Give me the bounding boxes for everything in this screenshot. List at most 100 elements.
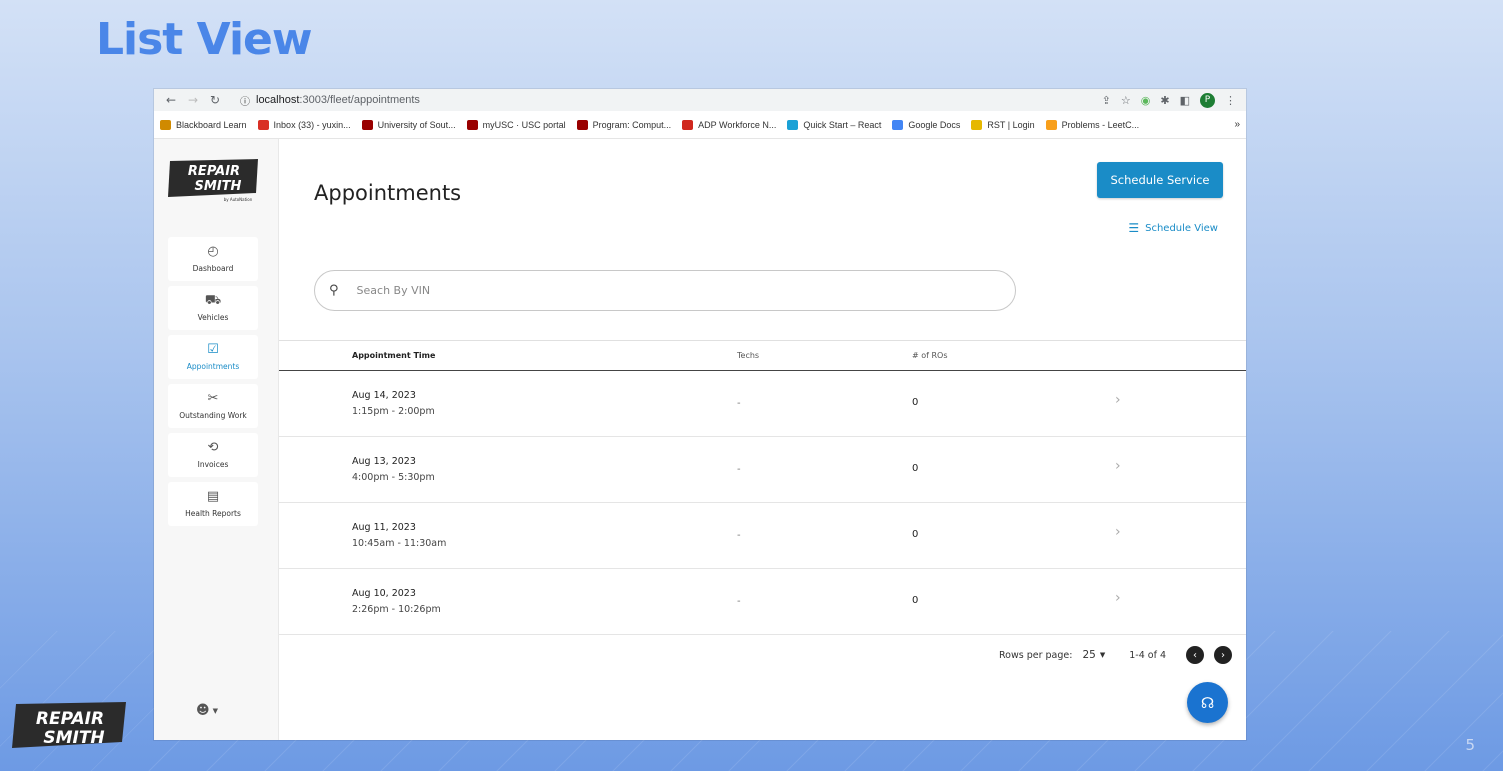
repairsmith-logo[interactable]: REPAIR SMITH by AutoNation [168, 159, 260, 203]
forward-arrow-icon[interactable]: → [182, 93, 204, 107]
app-root: REPAIR SMITH by AutoNation ◴ Dashboard ⛟ Ve… [154, 139, 1246, 740]
bookmark-label: Google Docs [908, 119, 961, 130]
info-icon: ⓘ [240, 96, 250, 108]
chevron-right-icon: › [1115, 458, 1121, 474]
bookmark-item[interactable]: Inbox (33) - yuxin... [257, 119, 351, 130]
sidebar-item-vehicles[interactable]: ⛟ Vehicles [168, 286, 258, 330]
support-headset-button[interactable]: ☊ [1187, 682, 1228, 723]
search-box: ⚲ [314, 270, 1016, 311]
chevron-right-icon: › [1115, 524, 1121, 540]
slide-logo-line1: REPAIR [36, 709, 104, 729]
side-panel-icon[interactable]: ◧ [1180, 94, 1190, 107]
appointment-date: Aug 13, 2023 [352, 456, 416, 467]
rows-per-page-label: Rows per page: [999, 649, 1073, 661]
ros-count-cell: 0 [912, 397, 919, 408]
profile-avatar[interactable]: P [1200, 92, 1215, 108]
back-arrow-icon[interactable]: ← [160, 93, 182, 107]
previous-page-button[interactable]: ‹ [1186, 646, 1204, 664]
ros-count-cell: 0 [912, 529, 919, 540]
bookmark-item[interactable]: myUSC · USC portal [466, 119, 566, 130]
kebab-menu-icon[interactable]: ⋮ [1225, 94, 1236, 107]
bookmark-item[interactable]: ADP Workforce N... [682, 119, 776, 130]
rows-per-page-select[interactable]: 25 ▼ [1082, 649, 1105, 661]
next-page-button[interactable]: › [1214, 646, 1232, 664]
logo-text-line2: SMITH [195, 179, 242, 194]
leetcode-icon [1045, 119, 1057, 130]
chevron-right-icon: › [1115, 590, 1121, 606]
reload-icon[interactable]: ↻ [204, 93, 226, 107]
sidebar-nav: ◴ Dashboard ⛟ Vehicles ☑ Appointments ✂ Outstan… [154, 237, 278, 526]
table-row[interactable]: Aug 13, 2023 4:00pm - 5:30pm - 0 › [279, 437, 1246, 503]
sidebar: REPAIR SMITH by AutoNation ◴ Dashboard ⛟ Ve… [154, 139, 279, 740]
main-content: Appointments Schedule Service ☰ Schedule… [279, 139, 1246, 740]
table-row[interactable]: Aug 10, 2023 2:26pm - 10:26pm - 0 › [279, 569, 1246, 635]
adp-icon [682, 119, 694, 130]
logo-subtext: by AutoNation [224, 197, 253, 202]
browser-toolbar: ← → ↻ ⓘ localhost:3003/fleet/appointment… [154, 89, 1246, 111]
rows-per-page-value: 25 [1082, 649, 1096, 661]
puzzle-icon[interactable]: ✱ [1160, 94, 1169, 107]
schedule-view-label: Schedule View [1145, 222, 1218, 234]
tools-icon: ✂ [207, 391, 219, 406]
bookmark-item[interactable]: Problems - LeetC... [1045, 119, 1140, 130]
appointment-date: Aug 10, 2023 [352, 588, 416, 599]
usc-icon [361, 119, 373, 130]
vin-search-input[interactable] [356, 284, 957, 297]
browser-window: ← → ↻ ⓘ localhost:3003/fleet/appointment… [154, 89, 1246, 740]
appointment-time-range: 1:15pm - 2:00pm [352, 406, 435, 417]
column-header-ros[interactable]: # of ROs [912, 351, 948, 360]
column-header-time[interactable]: Appointment Time [352, 351, 435, 360]
ros-count-cell: 0 [912, 595, 919, 606]
schedule-service-button[interactable]: Schedule Service [1097, 162, 1223, 198]
appointment-time-range: 10:45am - 11:30am [352, 538, 447, 549]
sidebar-item-label: Health Reports [185, 509, 241, 518]
share-icon[interactable]: ⇪ [1102, 94, 1111, 107]
bookmark-label: Problems - LeetC... [1061, 119, 1140, 130]
bookmark-item[interactable]: Google Docs [892, 119, 961, 130]
sidebar-item-invoices[interactable]: ⟲ Invoices [168, 433, 258, 477]
star-icon[interactable]: ☆ [1121, 94, 1131, 107]
pagination-range: 1-4 of 4 [1129, 649, 1166, 661]
truck-icon: ⛟ [204, 293, 222, 308]
bookmark-item[interactable]: Quick Start – React [787, 119, 881, 130]
dollar-history-icon: ⟲ [207, 440, 219, 455]
address-bar[interactable]: ⓘ localhost:3003/fleet/appointments [232, 91, 1096, 109]
docs-icon [892, 119, 904, 130]
account-circle-icon: ☻ [196, 703, 210, 718]
sidebar-item-label: Outstanding Work [179, 411, 247, 420]
url-host: localhost [256, 94, 300, 106]
schedule-view-link[interactable]: ☰ Schedule View [1128, 221, 1218, 235]
appointments-table: Appointment Time Techs # of ROs Aug 14, … [279, 340, 1246, 635]
techs-cell: - [737, 596, 741, 607]
table-row[interactable]: Aug 11, 2023 10:45am - 11:30am - 0 › [279, 503, 1246, 569]
slide-number: 5 [1465, 736, 1475, 754]
gmail-icon [257, 119, 269, 130]
extension-icon[interactable]: ◉ [1141, 94, 1151, 107]
chevron-right-icon: › [1115, 392, 1121, 408]
more-bookmarks-icon[interactable]: » [1234, 119, 1240, 130]
ros-count-cell: 0 [912, 463, 919, 474]
bookmark-item[interactable]: University of Sout... [361, 119, 456, 130]
bookmark-item[interactable]: Blackboard Learn [160, 119, 247, 130]
bookmark-item[interactable]: Program: Comput... [576, 119, 671, 130]
caret-down-icon: ▼ [1099, 651, 1106, 659]
calendar-check-icon: ☑ [207, 342, 219, 357]
sidebar-item-outstanding-work[interactable]: ✂ Outstanding Work [168, 384, 258, 428]
sidebar-item-dashboard[interactable]: ◴ Dashboard [168, 237, 258, 281]
sidebar-item-appointments[interactable]: ☑ Appointments [168, 335, 258, 379]
usc-icon [466, 119, 478, 130]
caret-down-icon: ▼ [212, 706, 218, 715]
bookmark-label: Blackboard Learn [176, 119, 247, 130]
appointment-date: Aug 14, 2023 [352, 390, 416, 401]
table-row[interactable]: Aug 14, 2023 1:15pm - 2:00pm - 0 › [279, 371, 1246, 437]
slide-repairsmith-logo: REPAIR SMITH [12, 702, 126, 748]
user-menu[interactable]: ☻ ▼ [196, 703, 218, 718]
headset-icon: ☊ [1200, 693, 1215, 712]
appointment-date: Aug 11, 2023 [352, 522, 416, 533]
toolbar-actions: ⇪ ☆ ◉ ✱ ◧ P ⋮ [1102, 92, 1240, 108]
column-header-techs[interactable]: Techs [737, 351, 759, 360]
bookmark-item[interactable]: RST | Login [971, 119, 1035, 130]
sidebar-item-health-reports[interactable]: ▤ Health Reports [168, 482, 258, 526]
table-body: Aug 14, 2023 1:15pm - 2:00pm - 0 › Aug 13, 20… [279, 371, 1246, 635]
bookmark-label: RST | Login [987, 119, 1035, 130]
